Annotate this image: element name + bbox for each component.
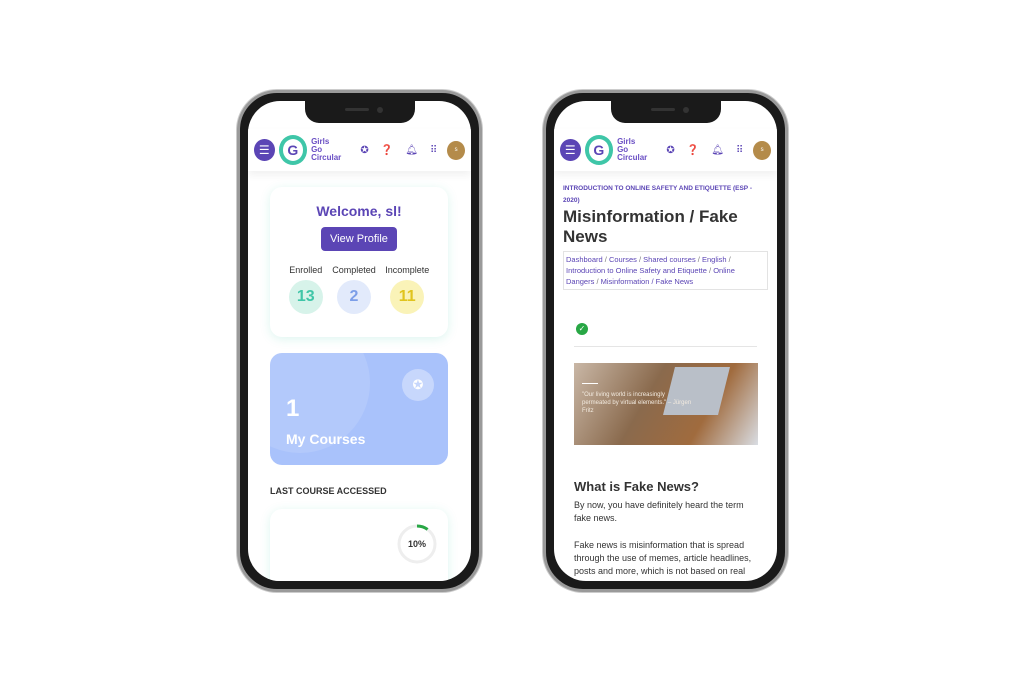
last-course-card[interactable]: 10% (270, 509, 448, 581)
courses-count: 1 (286, 395, 300, 422)
breadcrumb-link[interactable]: English (702, 255, 727, 264)
help-icon[interactable]: ❓ (687, 145, 699, 156)
section-heading: What is Fake News? (574, 479, 699, 494)
top-navbar: ☰ G Girls Go Circular ✪ ❓ 🔔︎ ⠿ s (248, 129, 471, 171)
my-courses-card[interactable]: ✪ 1 My Courses (270, 353, 448, 465)
stat-incomplete: Incomplete 11 (385, 265, 429, 314)
stats-row: Enrolled 13 Completed 2 Incomplete 11 (270, 265, 448, 314)
paragraph: By now, you have definitely heard the te… (574, 500, 744, 523)
phone-left: ☰ G Girls Go Circular ✪ ❓ 🔔︎ ⠿ s Welcome, … (237, 90, 482, 592)
breadcrumb: Dashboard / Courses / Shared courses / E… (563, 251, 768, 290)
top-navbar: ☰ G Girls Go Circular ✪ ❓ 🔔︎ ⠿ s (554, 129, 777, 171)
notch (610, 101, 721, 123)
page-title: Misinformation / Fake News (563, 207, 738, 246)
apps-grid-icon[interactable]: ⠿ (736, 145, 743, 156)
welcome-heading: Welcome, sl! (316, 203, 402, 219)
last-course-heading: LAST COURSE ACCESSED (270, 486, 387, 496)
avatar[interactable]: s (447, 140, 465, 160)
hamburger-menu-icon[interactable]: ☰ (254, 139, 275, 161)
hamburger-menu-icon[interactable]: ☰ (560, 139, 581, 161)
view-profile-button[interactable]: View Profile (321, 227, 397, 251)
help-icon[interactable]: ❓ (381, 145, 393, 156)
stat-enrolled: Enrolled 13 (288, 265, 323, 314)
stat-value[interactable]: 2 (336, 280, 371, 314)
image-quote: "Our living world is increasingly permea… (582, 392, 692, 414)
brand-name: Girls Go Circular (617, 137, 648, 162)
completed-check-icon[interactable]: ✓ (576, 323, 588, 335)
stat-value[interactable]: 13 (288, 280, 323, 314)
breadcrumb-link[interactable]: Shared courses (643, 255, 696, 264)
stat-label: Enrolled (289, 265, 323, 275)
courses-label: My Courses (286, 431, 366, 447)
logo[interactable]: G (584, 135, 614, 165)
breadcrumb-link[interactable]: Misinformation / Fake News (601, 277, 694, 286)
phone-right: ☰ G Girls Go Circular ✪ ❓ 🔔︎ ⠿ s INTRODUCT… (543, 90, 788, 592)
breadcrumb-link[interactable]: Dashboard (566, 255, 603, 264)
dashboard-screen: ☰ G Girls Go Circular ✪ ❓ 🔔︎ ⠿ s Welcome, … (248, 101, 471, 581)
progress-percent: 10% (407, 539, 426, 549)
apps-grid-icon[interactable]: ⠿ (430, 145, 437, 156)
logo[interactable]: G (278, 135, 308, 165)
lesson-screen: ☰ G Girls Go Circular ✪ ❓ 🔔︎ ⠿ s INTRODUCT… (554, 101, 777, 581)
avatar[interactable]: s (753, 140, 771, 160)
badge-icon[interactable]: ✪ (360, 145, 368, 156)
stat-completed: Completed 2 (332, 265, 376, 314)
breadcrumb-link[interactable]: Introduction to Online Safety and Etique… (566, 266, 707, 275)
stat-label: Incomplete (385, 265, 430, 275)
breadcrumb-link[interactable]: Courses (609, 255, 637, 264)
welcome-card: Welcome, sl! View Profile Enrolled 13 Comp… (270, 187, 448, 337)
stat-label: Completed (332, 265, 376, 275)
brand-name: Girls Go Circular (311, 137, 342, 162)
badge-icon: ✪ (402, 369, 434, 401)
paragraph: Fake news is misinformation that is spre… (574, 540, 752, 581)
breadcrumb-separator: / (726, 255, 731, 264)
badge-icon[interactable]: ✪ (666, 145, 674, 156)
divider (574, 346, 757, 347)
bell-icon[interactable]: 🔔︎ (711, 145, 724, 156)
notch (304, 101, 415, 123)
lesson-image: "Our living world is increasingly permea… (574, 363, 758, 445)
stat-value[interactable]: 11 (390, 280, 425, 314)
course-title-link[interactable]: INTRODUCTION TO ONLINE SAFETY AND ETIQUE… (563, 183, 763, 207)
bell-icon[interactable]: 🔔︎ (405, 145, 418, 156)
